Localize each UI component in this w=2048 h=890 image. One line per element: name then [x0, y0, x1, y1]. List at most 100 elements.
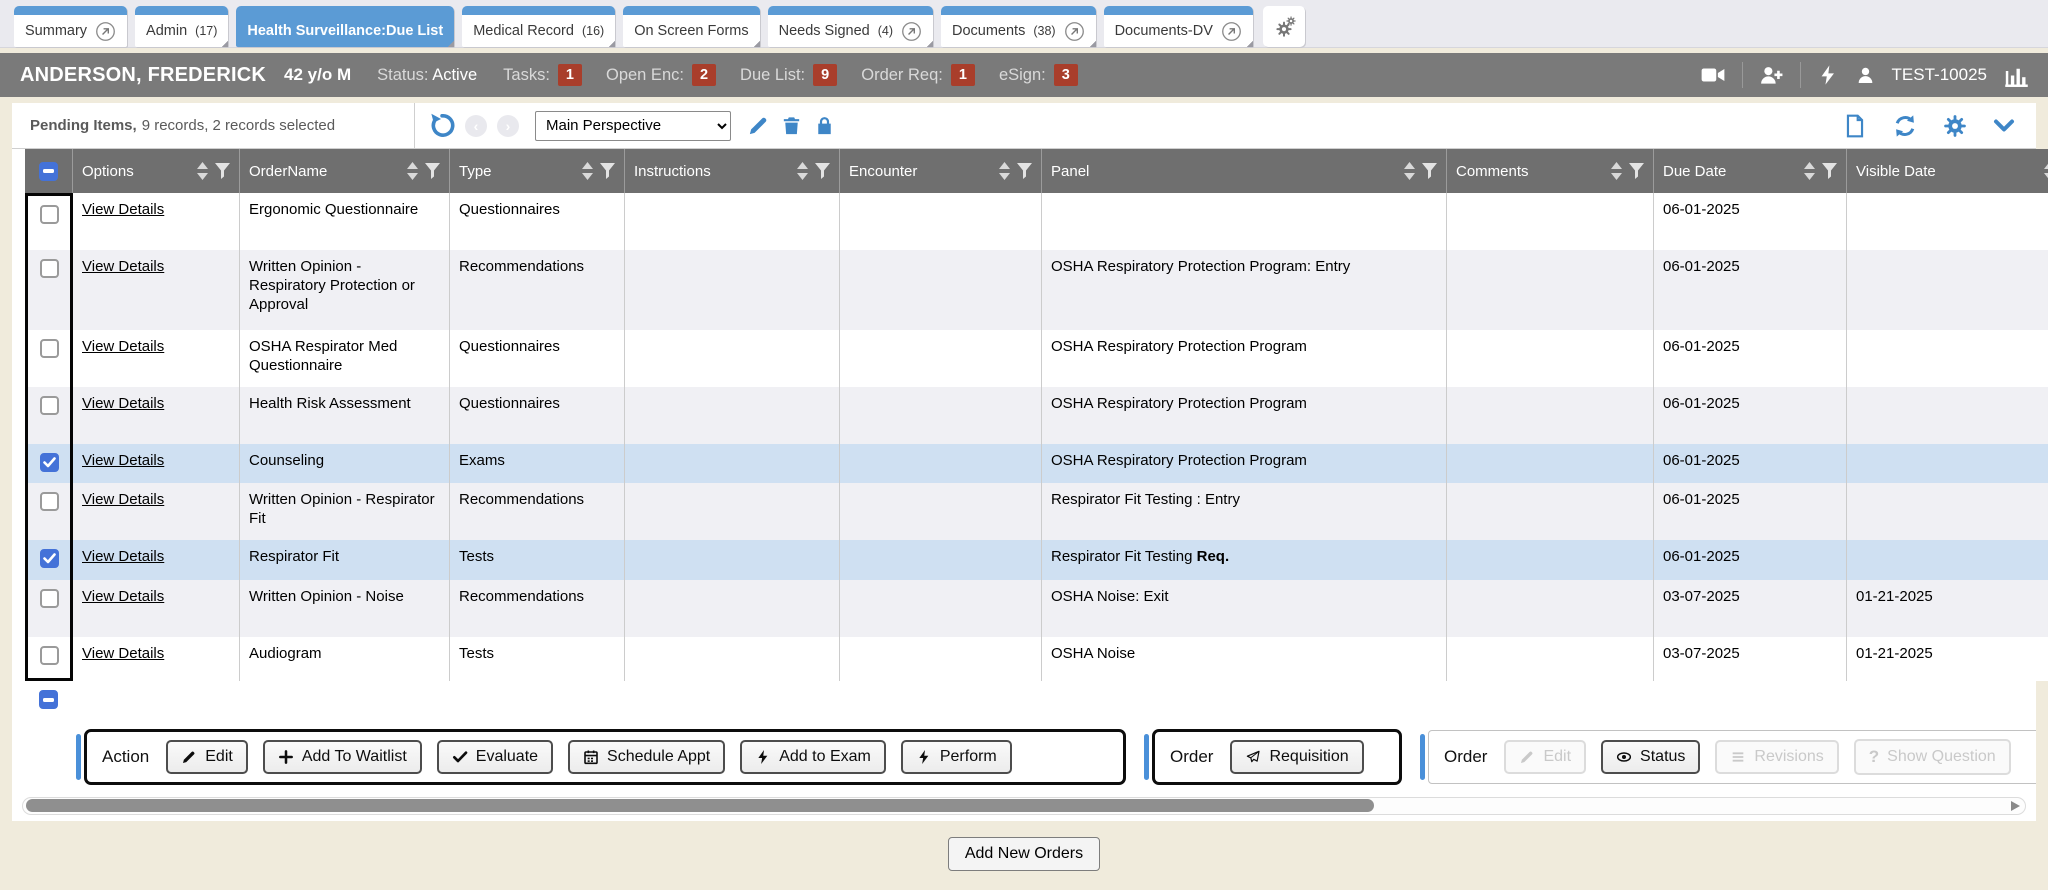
table-row[interactable]: View Details Audiogram Tests OSHA Noise …	[25, 637, 2048, 681]
row-checkbox[interactable]	[40, 396, 59, 415]
row-checkbox[interactable]	[40, 205, 59, 224]
filter-icon[interactable]	[215, 163, 230, 179]
filter-icon[interactable]	[1017, 163, 1032, 179]
external-link-icon[interactable]	[901, 21, 922, 42]
view-details-link[interactable]: View Details	[82, 588, 164, 605]
row-checkbox[interactable]	[40, 492, 59, 511]
sort-icon[interactable]	[1611, 162, 1622, 180]
tab-health-surveillance-due-list[interactable]: Health Surveillance:Due List	[236, 6, 454, 47]
select-all-checkbox[interactable]	[39, 162, 58, 181]
view-details-link[interactable]: View Details	[82, 491, 164, 508]
filter-icon[interactable]	[1422, 163, 1437, 179]
column-header-ordername[interactable]: OrderName	[240, 149, 450, 193]
filter-icon[interactable]	[425, 163, 440, 179]
filter-icon[interactable]	[1822, 163, 1837, 179]
edit-pencil-icon[interactable]	[747, 114, 770, 137]
sort-icon[interactable]	[407, 162, 418, 180]
tab-admin[interactable]: Admin(17)	[135, 6, 228, 47]
collapse-chevron-icon[interactable]	[1992, 114, 2016, 138]
lightning-icon[interactable]	[1817, 64, 1839, 86]
add-person-icon[interactable]	[1759, 63, 1784, 88]
scrollbar-thumb[interactable]	[26, 799, 1374, 812]
requisition-button[interactable]: Requisition	[1230, 740, 1363, 774]
count-badge[interactable]: 3	[1054, 64, 1078, 86]
column-header-encounter[interactable]: Encounter	[840, 149, 1042, 193]
external-link-icon[interactable]	[95, 21, 116, 42]
tab-needs-signed[interactable]: Needs Signed(4)	[768, 6, 933, 47]
add-new-orders-button[interactable]: Add New Orders	[948, 837, 1100, 871]
column-header-type[interactable]: Type	[450, 149, 625, 193]
sort-icon[interactable]	[2044, 162, 2048, 180]
column-header-due-date[interactable]: Due Date	[1654, 149, 1847, 193]
refresh-icon[interactable]	[1892, 113, 1918, 139]
external-link-icon[interactable]	[1064, 21, 1085, 42]
video-camera-icon[interactable]	[1700, 62, 1726, 88]
count-badge[interactable]: 1	[558, 64, 582, 86]
delete-trash-icon[interactable]	[780, 114, 803, 137]
column-header-options[interactable]: Options	[73, 149, 240, 193]
sort-icon[interactable]	[582, 162, 593, 180]
row-checkbox[interactable]	[40, 339, 59, 358]
row-checkbox[interactable]	[40, 646, 59, 665]
external-link-icon[interactable]	[1221, 21, 1242, 42]
sort-icon[interactable]	[197, 162, 208, 180]
tab-summary[interactable]: Summary	[14, 6, 127, 47]
table-row[interactable]: View Details Written Opinion - Respirato…	[25, 483, 2048, 540]
perform-button[interactable]: Perform	[901, 740, 1012, 774]
row-checkbox[interactable]	[40, 453, 59, 472]
horizontal-scrollbar[interactable]	[22, 797, 2026, 815]
cell-instructions	[625, 444, 840, 483]
sort-icon[interactable]	[1804, 162, 1815, 180]
view-details-link[interactable]: View Details	[82, 452, 164, 469]
undo-icon[interactable]	[428, 112, 455, 139]
evaluate-button[interactable]: Evaluate	[437, 740, 553, 774]
column-header-visible-date[interactable]: Visible Date	[1847, 149, 2048, 193]
count-badge[interactable]: 2	[692, 64, 716, 86]
gear-icon[interactable]	[1942, 113, 1968, 139]
edit-button[interactable]: Edit	[166, 740, 248, 774]
scrollbar-right-arrow-icon[interactable]	[2011, 801, 2020, 811]
table-row[interactable]: View Details Respirator Fit Tests Respir…	[25, 540, 2048, 580]
select-all-checkbox-bottom[interactable]	[39, 690, 58, 709]
view-details-link[interactable]: View Details	[82, 201, 164, 218]
view-details-link[interactable]: View Details	[82, 338, 164, 355]
table-row[interactable]: View Details Written Opinion - Noise Rec…	[25, 580, 2048, 637]
tab-on-screen-forms[interactable]: On Screen Forms	[623, 6, 759, 47]
new-document-icon[interactable]	[1842, 113, 1868, 139]
table-row[interactable]: View Details Health Risk Assessment Ques…	[25, 387, 2048, 444]
tab-documents-dv[interactable]: Documents-DV	[1104, 6, 1253, 47]
sort-icon[interactable]	[797, 162, 808, 180]
tab-settings-gear[interactable]	[1263, 6, 1305, 47]
count-badge[interactable]: 9	[813, 64, 837, 86]
add-to-exam-button[interactable]: Add to Exam	[740, 740, 886, 774]
schedule-appt-button[interactable]: Schedule Appt	[568, 740, 725, 774]
bar-chart-icon[interactable]	[2003, 62, 2030, 89]
tab-documents[interactable]: Documents(38)	[941, 6, 1096, 47]
row-checkbox[interactable]	[40, 589, 59, 608]
tab-medical-record[interactable]: Medical Record(16)	[462, 6, 615, 47]
add-to-waitlist-button[interactable]: Add To Waitlist	[263, 740, 422, 774]
row-checkbox[interactable]	[40, 259, 59, 278]
column-header-panel[interactable]: Panel	[1042, 149, 1447, 193]
sort-icon[interactable]	[1404, 162, 1415, 180]
column-header-comments[interactable]: Comments	[1447, 149, 1654, 193]
count-badge[interactable]: 1	[951, 64, 975, 86]
table-row[interactable]: View Details Counseling Exams OSHA Respi…	[25, 444, 2048, 483]
filter-icon[interactable]	[1629, 163, 1644, 179]
lock-icon[interactable]	[813, 114, 836, 137]
view-details-link[interactable]: View Details	[82, 645, 164, 662]
perspective-select[interactable]: Main Perspective	[535, 111, 731, 141]
status-button[interactable]: Status	[1601, 740, 1700, 774]
cell-type: Questionnaires	[450, 330, 625, 387]
table-row[interactable]: View Details OSHA Respirator Med Questio…	[25, 330, 2048, 387]
view-details-link[interactable]: View Details	[82, 258, 164, 275]
table-row[interactable]: View Details Written Opinion - Respirato…	[25, 250, 2048, 330]
filter-icon[interactable]	[815, 163, 830, 179]
row-checkbox[interactable]	[40, 549, 59, 568]
view-details-link[interactable]: View Details	[82, 548, 164, 565]
column-header-instructions[interactable]: Instructions	[625, 149, 840, 193]
table-row[interactable]: View Details Ergonomic Questionnaire Que…	[25, 193, 2048, 250]
view-details-link[interactable]: View Details	[82, 395, 164, 412]
filter-icon[interactable]	[600, 163, 615, 179]
sort-icon[interactable]	[999, 162, 1010, 180]
